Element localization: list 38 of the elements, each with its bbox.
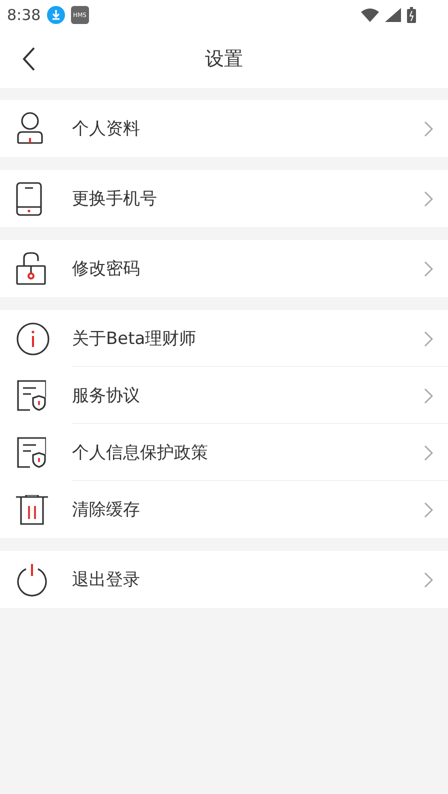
settings-label: 关于Beta理财师 xyxy=(72,328,198,350)
status-time: 8:38 xyxy=(7,6,41,24)
signal-icon xyxy=(385,8,401,22)
settings-row[interactable]: 个人资料 xyxy=(0,100,448,157)
power-icon xyxy=(16,562,48,596)
page-title: 设置 xyxy=(205,47,243,72)
document-shield-icon xyxy=(16,380,46,411)
settings-row[interactable]: 退出登录 xyxy=(0,551,448,608)
trash-icon xyxy=(16,494,48,524)
chevron-icon xyxy=(424,502,433,518)
chevron-icon xyxy=(424,330,433,346)
settings-row[interactable]: 个人信息保护政策 xyxy=(0,424,448,481)
settings-label: 个人信息保护政策 xyxy=(72,442,209,464)
settings-label: 个人资料 xyxy=(72,118,141,140)
chevron-icon xyxy=(424,190,433,206)
settings-row[interactable]: 更换手机号 xyxy=(0,170,448,227)
phone-icon xyxy=(16,182,42,216)
unlocked-padlock-icon xyxy=(16,252,46,285)
battery-icon xyxy=(407,7,416,23)
settings-label: 服务协议 xyxy=(72,385,141,407)
chevron-icon xyxy=(424,444,433,460)
document-shield-icon xyxy=(16,437,46,468)
settings-row[interactable]: 服务协议 xyxy=(0,367,448,424)
settings-label: 修改密码 xyxy=(72,258,141,280)
person-icon xyxy=(16,112,44,145)
settings-row[interactable]: 清除缓存 xyxy=(0,481,448,538)
info-icon xyxy=(16,322,50,356)
settings-row[interactable]: 修改密码 xyxy=(0,240,448,297)
chevron-icon xyxy=(424,260,433,276)
settings-label: 清除缓存 xyxy=(72,499,141,521)
chevron-icon xyxy=(424,572,433,588)
settings-row[interactable]: 关于Beta理财师 xyxy=(0,310,448,367)
download-icon xyxy=(46,6,65,24)
settings-label: 退出登录 xyxy=(72,569,141,591)
chevron-icon xyxy=(424,388,433,404)
settings-label: 更换手机号 xyxy=(72,188,158,210)
wifi-icon xyxy=(361,8,379,22)
chevron-icon xyxy=(424,120,433,136)
